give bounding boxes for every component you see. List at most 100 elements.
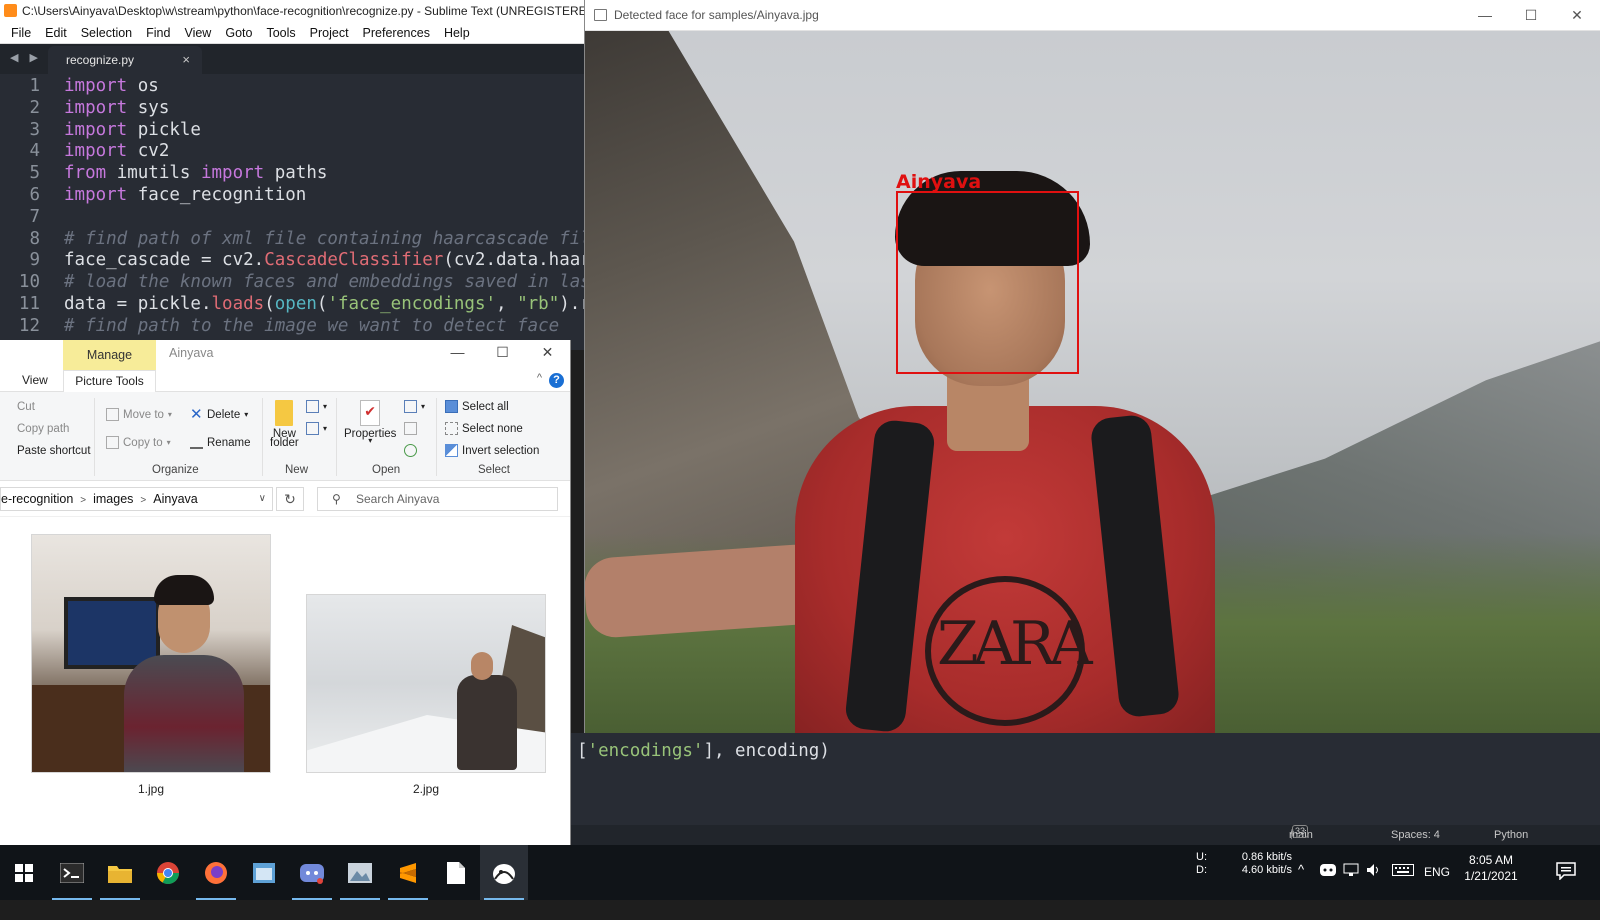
close-button[interactable]: ✕ bbox=[1554, 0, 1600, 31]
new-folder-button[interactable]: New folder bbox=[270, 400, 299, 449]
menu-project[interactable]: Project bbox=[303, 22, 356, 43]
sublime-code-continuation[interactable]: ['encodings'], encoding) bbox=[571, 733, 1600, 825]
menu-tools[interactable]: Tools bbox=[259, 22, 302, 43]
taskbar-notepad[interactable] bbox=[432, 845, 480, 900]
indentation-status[interactable]: Spaces: 4 bbox=[1391, 825, 1440, 845]
help-icon[interactable]: ? bbox=[549, 373, 564, 388]
breadcrumb-ainyava[interactable]: Ainyava bbox=[153, 492, 197, 506]
taskbar-app-window[interactable] bbox=[240, 845, 288, 900]
file-thumbnail-2[interactable] bbox=[306, 594, 546, 773]
minimize-button[interactable]: — bbox=[1462, 0, 1508, 31]
tray-network[interactable] bbox=[1343, 863, 1359, 918]
move-to-label: Move to bbox=[123, 408, 164, 421]
history-icon bbox=[404, 444, 417, 457]
open-button[interactable]: ▾ bbox=[404, 400, 425, 413]
menu-view[interactable]: View bbox=[177, 22, 218, 43]
menu-file[interactable]: File bbox=[4, 22, 38, 43]
start-button[interactable] bbox=[0, 845, 48, 900]
breadcrumb-images[interactable]: images bbox=[93, 492, 133, 506]
select-group-label: Select bbox=[478, 464, 510, 476]
tray-keyboard[interactable] bbox=[1392, 864, 1414, 919]
ribbon-separator bbox=[336, 398, 337, 476]
easy-access-button[interactable]: ▾ bbox=[306, 422, 327, 435]
breadcrumb-face-recognition[interactable]: e-recognition bbox=[1, 492, 73, 506]
paste-shortcut-button[interactable]: Paste shortcut bbox=[0, 444, 91, 457]
maximize-button[interactable]: ☐ bbox=[480, 340, 525, 364]
breadcrumb-chevron-icon[interactable]: > bbox=[80, 495, 86, 506]
clock[interactable]: 8:05 AM 1/21/2021 bbox=[1452, 852, 1530, 907]
code-text: ).read()) bbox=[559, 293, 584, 314]
breadcrumb-chevron-icon[interactable]: > bbox=[140, 495, 146, 506]
cut-label: Cut bbox=[17, 400, 35, 413]
taskbar-file-explorer[interactable] bbox=[96, 845, 144, 900]
net-meter-labels: U: D: bbox=[1196, 851, 1220, 906]
code-keyword: import bbox=[64, 119, 128, 140]
new-group-label: New bbox=[285, 464, 309, 476]
language-indicator[interactable]: ENG bbox=[1424, 865, 1450, 920]
tab-nav-arrows-icon[interactable]: ◀ ▶ bbox=[10, 51, 42, 64]
thumb-person bbox=[457, 675, 517, 770]
sublime-statusbar: ᚠ main 33 Spaces: 4 Python bbox=[571, 825, 1600, 845]
code-text: face_cascade = cv2. bbox=[64, 250, 265, 271]
open-icon bbox=[404, 400, 417, 413]
move-to-button[interactable]: Move to ▾ bbox=[106, 408, 172, 421]
delete-button[interactable]: ✕ Delete ▾ bbox=[190, 407, 248, 422]
taskbar-discord[interactable] bbox=[288, 845, 336, 900]
taskbar-chrome[interactable] bbox=[144, 845, 192, 900]
refresh-button[interactable]: ↻ bbox=[276, 487, 304, 511]
close-button[interactable]: ✕ bbox=[525, 340, 570, 364]
search-input[interactable]: ⚲ Search Ainyava bbox=[317, 487, 558, 511]
code-text: pickle bbox=[127, 119, 201, 140]
taskbar-firefox[interactable] bbox=[192, 845, 240, 900]
git-branch-count: 33 bbox=[1292, 825, 1309, 838]
address-bar[interactable]: e-recognition > images > Ainyava ∨ bbox=[0, 487, 273, 511]
code-line: 2 import sys bbox=[0, 98, 584, 120]
tab-recognize-py[interactable]: recognize.py × bbox=[48, 46, 202, 74]
menu-help[interactable]: Help bbox=[437, 22, 477, 43]
history-button[interactable] bbox=[404, 444, 417, 457]
copy-path-button[interactable]: Copy path bbox=[0, 422, 69, 435]
rename-label: Rename bbox=[207, 436, 251, 449]
select-all-button[interactable]: Select all bbox=[445, 400, 509, 413]
invert-selection-button[interactable]: Invert selection bbox=[445, 444, 539, 457]
tab-picture-tools[interactable]: Picture Tools bbox=[63, 370, 156, 392]
code-text: paths bbox=[264, 163, 328, 184]
menu-find[interactable]: Find bbox=[139, 22, 177, 43]
file-thumbnail-1[interactable] bbox=[31, 534, 271, 773]
rename-button[interactable]: Rename bbox=[190, 436, 250, 449]
menu-goto[interactable]: Goto bbox=[218, 22, 259, 43]
show-hidden-icons-button[interactable]: ^ bbox=[1298, 862, 1304, 917]
code-editor[interactable]: 1 import os 2 import sys 3 import pickle 4 i… bbox=[0, 76, 584, 350]
select-none-button[interactable]: Select none bbox=[445, 422, 523, 435]
taskbar-python-window[interactable] bbox=[480, 845, 528, 900]
action-center-button[interactable] bbox=[1556, 862, 1576, 917]
collapse-ribbon-icon[interactable]: ^ bbox=[537, 372, 542, 384]
tab-view[interactable]: View bbox=[22, 373, 48, 387]
file-name-1[interactable]: 1.jpg bbox=[31, 782, 271, 796]
menu-edit[interactable]: Edit bbox=[38, 22, 74, 43]
taskbar-terminal[interactable] bbox=[48, 845, 96, 900]
taskbar-photo-viewer[interactable] bbox=[336, 845, 384, 900]
copy-to-label: Copy to bbox=[123, 436, 163, 449]
file-name-2[interactable]: 2.jpg bbox=[306, 782, 546, 796]
new-item-button[interactable]: ▾ bbox=[306, 400, 327, 413]
minimize-button[interactable]: — bbox=[435, 340, 480, 364]
properties-button[interactable]: ✔ Properties ▾ bbox=[344, 400, 396, 445]
tab-manage[interactable]: Manage bbox=[63, 340, 156, 370]
syntax-status[interactable]: Python bbox=[1494, 825, 1528, 845]
clock-time: 8:05 AM bbox=[1468, 853, 1514, 867]
menu-preferences[interactable]: Preferences bbox=[356, 22, 437, 43]
cut-button[interactable]: Cut bbox=[0, 400, 35, 413]
tab-close-icon[interactable]: × bbox=[182, 46, 190, 74]
copy-to-button[interactable]: Copy to ▾ bbox=[106, 436, 171, 449]
net-meter-values: 0.86 kbit/s 4.60 kbit/s bbox=[1222, 851, 1292, 906]
maximize-button[interactable]: ☐ bbox=[1508, 0, 1554, 31]
tray-discord[interactable] bbox=[1320, 863, 1336, 918]
chevron-up-icon: ^ bbox=[1298, 862, 1305, 877]
edit-button[interactable] bbox=[404, 422, 417, 435]
address-dropdown-icon[interactable]: ∨ bbox=[259, 488, 266, 510]
menu-selection[interactable]: Selection bbox=[74, 22, 139, 43]
net-up-value: 0.86 kbit/s bbox=[1241, 851, 1292, 863]
tray-volume[interactable] bbox=[1366, 863, 1382, 918]
taskbar-sublime[interactable] bbox=[384, 845, 432, 900]
